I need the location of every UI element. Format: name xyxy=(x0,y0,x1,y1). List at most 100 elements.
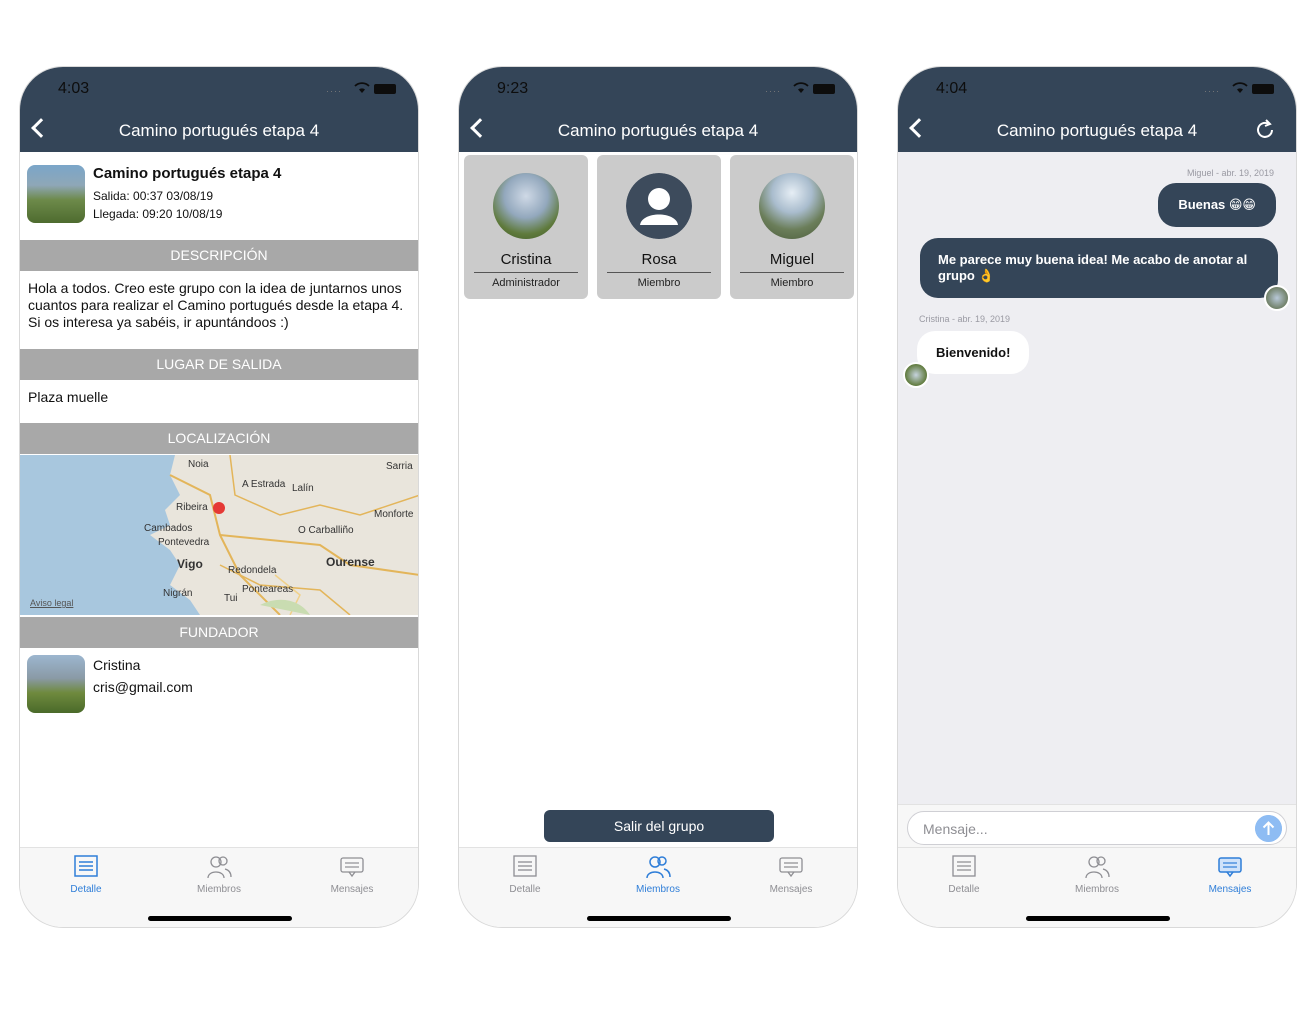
section-founder-header: FUNDADOR xyxy=(20,617,418,648)
message-meta: Miguel - abr. 19, 2019 xyxy=(1186,168,1274,178)
legal-notice-link[interactable]: Aviso legal xyxy=(30,598,73,608)
status-icons: ···· xyxy=(765,82,835,96)
section-departure-place-header: LUGAR DE SALIDA xyxy=(20,349,418,380)
list-icon xyxy=(74,855,98,877)
map-label-sarria: Sarria xyxy=(386,461,413,472)
home-indicator xyxy=(587,916,731,921)
list-icon xyxy=(513,855,537,877)
tab-bar: Detalle Miembros Mensajes xyxy=(20,847,418,927)
default-avatar-icon xyxy=(626,173,692,239)
tab-mensajes[interactable]: Mensajes xyxy=(302,854,402,895)
departure-time: Salida: 00:37 03/08/19 xyxy=(93,189,214,203)
map-label-redondela: Redondela xyxy=(228,565,277,576)
map-label-noia: Noia xyxy=(188,459,209,470)
home-indicator xyxy=(148,916,292,921)
detail-screen: 4:03 ···· Camino portugués etapa 4 Camin… xyxy=(19,66,419,928)
tab-label: Detalle xyxy=(509,884,541,895)
tab-bar: Detalle Miembros Mensajes xyxy=(459,847,857,927)
chat-icon xyxy=(1218,857,1242,878)
send-button[interactable] xyxy=(1255,815,1282,842)
member-card[interactable]: Cristina Administrador xyxy=(464,155,588,299)
battery-icon xyxy=(1252,84,1274,94)
tab-detalle[interactable]: Detalle xyxy=(914,854,1014,895)
tab-bar: Detalle Miembros Mensajes xyxy=(898,847,1296,927)
page-title: Camino portugués etapa 4 xyxy=(118,121,320,140)
message-bubble-out: Buenas 😁😁 xyxy=(1158,183,1276,227)
group-name: Camino portugués etapa 4 xyxy=(93,165,282,182)
tab-mensajes[interactable]: Mensajes xyxy=(741,854,841,895)
map-label-carballino: O Carballiño xyxy=(298,525,354,536)
messages-screen: 4:04 ···· Camino portugués etapa 4 Migue… xyxy=(897,66,1297,928)
tab-detalle[interactable]: Detalle xyxy=(36,854,136,895)
tab-label: Miembros xyxy=(197,884,241,895)
departure-place-text: Plaza muelle xyxy=(28,389,109,405)
message-avatar xyxy=(903,362,929,388)
arrival-time: Llegada: 09:20 10/08/19 xyxy=(93,207,223,221)
status-time: 4:04 xyxy=(936,80,968,97)
location-map[interactable]: Noia Sarria A Estrada Lalín Ribeira Monf… xyxy=(20,455,418,615)
map-label-tui: Tui xyxy=(224,593,238,604)
message-input-bar: Mensaje... xyxy=(898,804,1296,847)
tab-label: Miembros xyxy=(636,884,680,895)
member-name: Cristina xyxy=(474,251,578,273)
people-icon xyxy=(1085,856,1110,879)
tab-miembros[interactable]: Miembros xyxy=(169,854,269,895)
map-label-vigo: Vigo xyxy=(177,557,203,571)
member-role: Miembro xyxy=(770,277,814,289)
wifi-icon xyxy=(1232,82,1248,93)
status-icons: ···· xyxy=(326,82,396,96)
leave-group-button[interactable]: Salir del grupo xyxy=(544,810,774,842)
map-label-ribeira: Ribeira xyxy=(176,502,208,513)
member-role: Miembro xyxy=(637,277,681,289)
tab-miembros[interactable]: Miembros xyxy=(1047,854,1147,895)
home-indicator xyxy=(1026,916,1170,921)
map-label-pontevedra: Pontevedra xyxy=(158,537,210,548)
signal-icon: ···· xyxy=(326,86,342,96)
tab-label: Detalle xyxy=(70,884,102,895)
member-avatar xyxy=(759,173,825,239)
list-icon xyxy=(952,855,976,877)
nav-bar: 9:23 ···· Camino portugués etapa 4 xyxy=(459,67,857,152)
map-background xyxy=(20,455,418,615)
founder-email: cris@gmail.com xyxy=(93,679,193,695)
signal-icon: ···· xyxy=(765,86,781,96)
map-label-estrada: A Estrada xyxy=(242,479,286,490)
member-card[interactable]: Miguel Miembro xyxy=(730,155,854,299)
message-input[interactable]: Mensaje... xyxy=(907,811,1287,845)
status-time: 4:03 xyxy=(58,80,90,97)
map-label-nigran: Nigrán xyxy=(163,588,193,599)
nav-bar: 4:03 ···· Camino portugués etapa 4 xyxy=(20,67,418,152)
people-icon xyxy=(207,856,232,879)
tab-mensajes[interactable]: Mensajes xyxy=(1180,854,1280,895)
tab-miembros[interactable]: Miembros xyxy=(608,854,708,895)
member-name: Rosa xyxy=(607,251,711,273)
tab-label: Detalle xyxy=(948,884,980,895)
tab-label: Mensajes xyxy=(1208,884,1252,895)
section-location-header: LOCALIZACIÓN xyxy=(20,423,418,454)
tab-detalle[interactable]: Detalle xyxy=(475,854,575,895)
tab-label: Mensajes xyxy=(769,884,813,895)
people-icon xyxy=(646,856,671,879)
description-text: Hola a todos. Creo este grupo con la ide… xyxy=(28,280,404,330)
page-title: Camino portugués etapa 4 xyxy=(557,121,759,140)
tab-label: Miembros xyxy=(1075,884,1119,895)
message-meta: Cristina - abr. 19, 2019 xyxy=(919,314,1011,324)
message-bubble-in: Bienvenido! xyxy=(917,331,1030,374)
map-label-monforte: Monforte xyxy=(374,509,414,520)
chat-icon xyxy=(779,857,803,878)
founder-avatar xyxy=(27,655,85,713)
battery-icon xyxy=(813,84,835,94)
battery-icon xyxy=(374,84,396,94)
members-screen: 9:23 ···· Camino portugués etapa 4 Crist… xyxy=(458,66,858,928)
member-name: Miguel xyxy=(740,251,844,273)
wifi-icon xyxy=(354,82,370,93)
map-label-ponteareas: Ponteareas xyxy=(242,584,294,595)
tab-label: Mensajes xyxy=(330,884,374,895)
status-time: 9:23 xyxy=(497,80,529,97)
refresh-icon[interactable] xyxy=(1254,119,1276,141)
nav-bar: 4:04 ···· Camino portugués etapa 4 xyxy=(898,67,1296,152)
member-card[interactable]: Rosa Miembro xyxy=(597,155,721,299)
wifi-icon xyxy=(793,82,809,93)
member-avatar xyxy=(493,173,559,239)
message-avatar xyxy=(1264,285,1290,311)
